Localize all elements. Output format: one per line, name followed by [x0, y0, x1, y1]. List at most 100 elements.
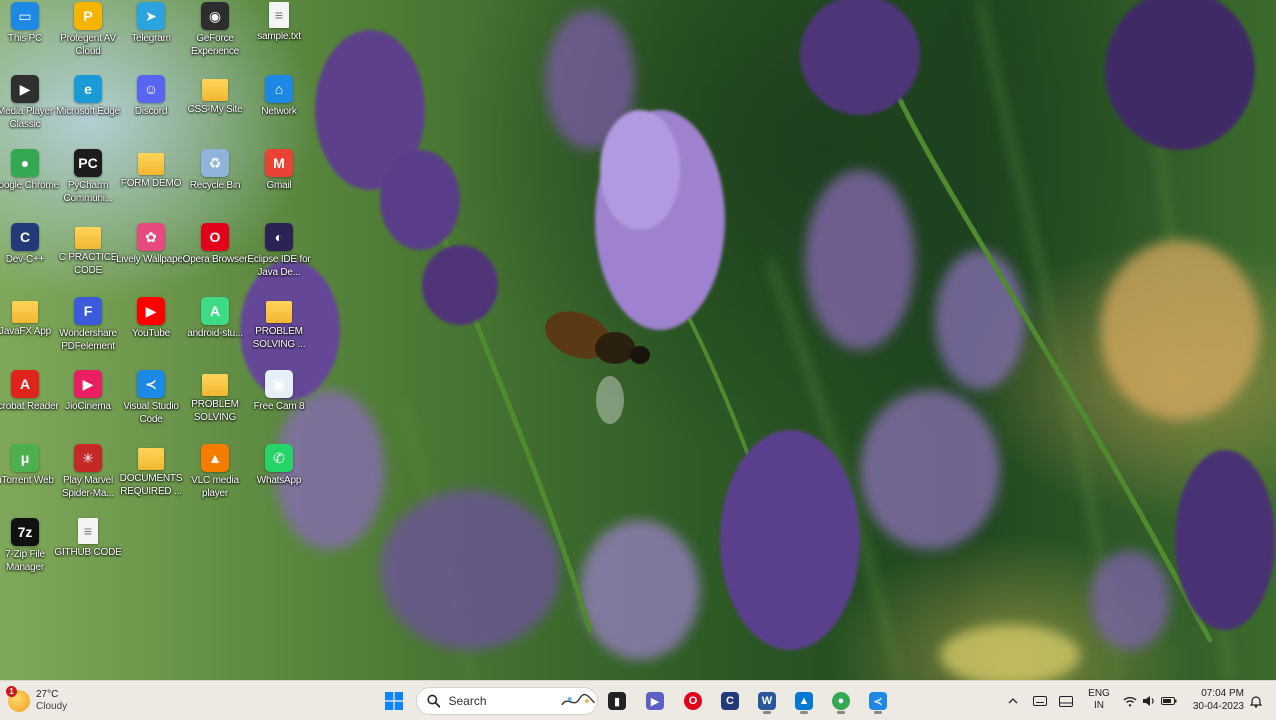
desktop-shortcut-label: GITHUB CODE	[54, 547, 122, 558]
word-taskbar-button[interactable]: W	[753, 687, 781, 715]
folder-icon	[12, 301, 38, 323]
desktop-shortcut[interactable]: ≺ Visual Studio Code	[115, 368, 187, 426]
folder-icon	[266, 301, 292, 323]
input-language-indicator[interactable]: ENG IN	[1088, 688, 1110, 712]
desktop-shortcut-label: YouTube	[132, 328, 170, 339]
desktop-shortcut-label: JioCinema	[65, 401, 111, 412]
photos-taskbar-button[interactable]: ▲	[790, 687, 818, 715]
desktop-shortcut[interactable]: CSS-My Site	[179, 73, 251, 116]
desktop-shortcut[interactable]: ◉ GeForce Experience	[179, 0, 251, 58]
desktop-shortcut-label: FORM DEMO	[120, 178, 182, 189]
desktop-shortcut[interactable]: ▶ YouTube	[115, 295, 187, 340]
desktop-shortcut[interactable]: ▶ JioCinema	[52, 368, 124, 413]
running-indicator	[837, 711, 845, 714]
search-input[interactable]	[446, 693, 561, 709]
windows-start-icon	[385, 692, 403, 710]
desktop-shortcut[interactable]: ✆ WhatsApp	[243, 442, 315, 487]
chrome-taskbar-button[interactable]: ●	[827, 687, 855, 715]
language-region: IN	[1094, 700, 1104, 711]
document-app-icon: W	[758, 692, 776, 710]
system-clock[interactable]: 07:04 PM 30-04-2023	[1188, 687, 1244, 713]
notifications-bell-icon[interactable]	[1248, 693, 1264, 709]
vlc-icon: ▲	[201, 444, 229, 472]
weather-sun-icon: 1	[6, 686, 30, 712]
taskbar-search-box[interactable]	[416, 687, 598, 715]
desktop-shortcut[interactable]: ✿ Lively Wallpaper	[115, 221, 187, 266]
battery-charging-icon[interactable]	[1161, 693, 1177, 709]
desktop-shortcut-label: GeForce Experience	[190, 33, 240, 57]
desktop-shortcut-label: CSS-My Site	[187, 104, 243, 115]
desktop-shortcut[interactable]: ♻ Recycle Bin	[179, 147, 251, 192]
desktop-shortcut[interactable]: e Microsoft Edge	[52, 73, 124, 118]
network-icon: ⌂	[265, 75, 293, 103]
devcpp-icon: C	[11, 223, 39, 251]
desktop-shortcut[interactable]: C PRACTICE CODE	[52, 221, 124, 277]
shield-icon: P	[74, 2, 102, 30]
desktop-shortcut[interactable]: FORM DEMO	[115, 147, 187, 190]
opera-icon: O	[684, 692, 702, 710]
spiderman-icon: ✳	[74, 444, 102, 472]
desktop-shortcut[interactable]: ✳ Play Marvel Spider-Ma...	[52, 442, 124, 500]
desktop-shortcut-label: WhatsApp	[256, 475, 302, 486]
gmail-icon: M	[265, 149, 293, 177]
volume-icon[interactable]	[1141, 693, 1157, 709]
desktop-shortcut-label: Telegram	[131, 33, 171, 44]
display-icon[interactable]	[1058, 693, 1074, 709]
desktop-shortcut[interactable]: P Protegent AV Cloud	[52, 0, 124, 58]
desktop-shortcut-label: Opera Browser	[182, 254, 248, 265]
folder-icon	[138, 448, 164, 470]
desktop-shortcut[interactable]: ≡ sample.txt	[243, 0, 315, 43]
desktop-shortcut[interactable]: ☺ Discord	[115, 73, 187, 118]
jiocinema-icon: ▶	[74, 370, 102, 398]
desktop-shortcut[interactable]: ≡ GITHUB CODE	[52, 516, 124, 559]
running-indicator	[763, 711, 771, 714]
search-highlight-doodle-icon	[561, 693, 596, 706]
desktop-shortcut[interactable]: PC PyCharm Communi...	[52, 147, 124, 205]
opera-taskbar-button[interactable]: O	[679, 687, 707, 715]
keyboard-icon[interactable]	[1032, 693, 1048, 709]
video-chat-icon: ▶	[646, 692, 664, 710]
folder-icon	[75, 227, 101, 249]
wifi-icon[interactable]	[1122, 693, 1138, 709]
notification-badge: 1	[6, 686, 17, 697]
desktop-shortcut-label: PyCharm Communi...	[63, 180, 113, 204]
desktop-shortcut[interactable]: PROBLEM SOLVING	[179, 368, 251, 424]
show-hidden-icons-chevron-icon[interactable]	[1005, 693, 1021, 709]
start-button[interactable]	[380, 687, 408, 715]
desktop-shortcut[interactable]: PROBLEM SOLVING ...	[243, 295, 315, 351]
folder-icon	[202, 374, 228, 396]
desktop-shortcut[interactable]: ➤ Telegram	[115, 0, 187, 45]
clock-time: 07:04 PM	[1201, 688, 1244, 699]
devcpp-taskbar-button[interactable]: C	[716, 687, 744, 715]
desktop-shortcut[interactable]: ◐ Eclipse IDE for Java De...	[243, 221, 315, 279]
desktop-shortcut-label: android-stu...	[187, 328, 243, 339]
desktop-shortcut[interactable]: F Wondershare PDFelement	[52, 295, 124, 353]
desktop-shortcut[interactable]: ⌂ Network	[243, 73, 315, 118]
desktop-shortcut-label: Lively Wallpaper	[116, 254, 186, 265]
language-code: ENG	[1088, 688, 1110, 699]
vscode-icon: ≺	[869, 692, 887, 710]
meet-app-button[interactable]: ▶	[641, 687, 669, 715]
eclipse-icon: ◐	[265, 223, 293, 251]
desktop-shortcut-label: Wondershare PDFelement	[59, 328, 117, 352]
desktop-shortcut-label: Gmail	[266, 180, 292, 191]
desktop-shortcut[interactable]: ▣ Free Cam 8	[243, 368, 315, 413]
running-indicator	[874, 711, 882, 714]
photos-icon: ▲	[795, 692, 813, 710]
nvidia-icon: ◉	[201, 2, 229, 30]
weather-widget[interactable]: 1 27°C Cloudy	[6, 685, 67, 717]
free-cam-icon: ▣	[265, 370, 293, 398]
task-view-button[interactable]: ▮	[603, 687, 631, 715]
desktop-shortcut[interactable]: Aandroid-stu...	[179, 295, 251, 340]
recycle-bin-icon: ♻	[201, 149, 229, 177]
desktop-shortcut[interactable]: M Gmail	[243, 147, 315, 192]
desktop-shortcut[interactable]: O Opera Browser	[179, 221, 251, 266]
folder-icon	[202, 79, 228, 101]
desktop-shortcut-label: Visual Studio Code	[123, 401, 179, 425]
desktop-shortcut[interactable]: DOCUMENTS REQUIRED ...	[115, 442, 187, 498]
vscode-taskbar-button[interactable]: ≺	[864, 687, 892, 715]
desktop-shortcut-label: DOCUMENTS REQUIRED ...	[119, 473, 183, 497]
desktop-shortcut[interactable]: ▲ VLC media player	[179, 442, 251, 500]
7zip-icon: 7z	[11, 518, 39, 546]
whatsapp-icon: ✆	[265, 444, 293, 472]
